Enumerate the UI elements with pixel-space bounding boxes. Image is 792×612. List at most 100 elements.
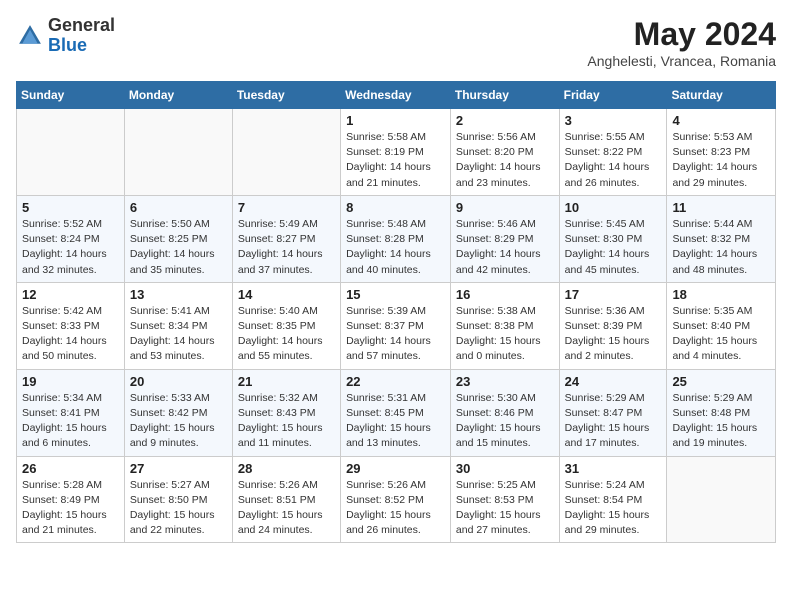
logo-text: General Blue	[48, 16, 115, 56]
day-info: Sunrise: 5:39 AMSunset: 8:37 PMDaylight:…	[346, 304, 445, 365]
day-info: Sunrise: 5:49 AMSunset: 8:27 PMDaylight:…	[238, 217, 335, 278]
day-info: Sunrise: 5:29 AMSunset: 8:47 PMDaylight:…	[565, 391, 662, 452]
day-number: 4	[672, 113, 770, 128]
day-info: Sunrise: 5:46 AMSunset: 8:29 PMDaylight:…	[456, 217, 554, 278]
calendar-cell: 8 Sunrise: 5:48 AMSunset: 8:28 PMDaylight…	[341, 195, 451, 282]
weekday-header: Monday	[124, 82, 232, 109]
day-number: 25	[672, 374, 770, 389]
day-info: Sunrise: 5:25 AMSunset: 8:53 PMDaylight:…	[456, 478, 554, 539]
day-number: 9	[456, 200, 554, 215]
weekday-header: Saturday	[667, 82, 776, 109]
calendar-cell: 20 Sunrise: 5:33 AMSunset: 8:42 PMDayligh…	[124, 369, 232, 456]
logo-blue: Blue	[48, 35, 87, 55]
calendar-cell: 9 Sunrise: 5:46 AMSunset: 8:29 PMDaylight…	[450, 195, 559, 282]
day-number: 22	[346, 374, 445, 389]
day-info: Sunrise: 5:55 AMSunset: 8:22 PMDaylight:…	[565, 130, 662, 191]
title-block: May 2024 Anghelesti, Vrancea, Romania	[587, 16, 776, 69]
calendar-cell: 26 Sunrise: 5:28 AMSunset: 8:49 PMDayligh…	[17, 456, 125, 543]
calendar-cell: 21 Sunrise: 5:32 AMSunset: 8:43 PMDayligh…	[232, 369, 340, 456]
calendar-table: SundayMondayTuesdayWednesdayThursdayFrid…	[16, 81, 776, 543]
calendar-cell: 14Sunrise: 5:40 AMSunset: 8:35 PMDayligh…	[232, 282, 340, 369]
day-info: Sunrise: 5:24 AMSunset: 8:54 PMDaylight:…	[565, 478, 662, 539]
day-number: 30	[456, 461, 554, 476]
day-number: 12	[22, 287, 119, 302]
day-info: Sunrise: 5:26 AMSunset: 8:51 PMDaylight:…	[238, 478, 335, 539]
calendar-week-row: 5 Sunrise: 5:52 AMSunset: 8:24 PMDaylight…	[17, 195, 776, 282]
day-info: Sunrise: 5:36 AMSunset: 8:39 PMDaylight:…	[565, 304, 662, 365]
day-info: Sunrise: 5:50 AMSunset: 8:25 PMDaylight:…	[130, 217, 227, 278]
day-info: Sunrise: 5:32 AMSunset: 8:43 PMDaylight:…	[238, 391, 335, 452]
day-info: Sunrise: 5:38 AMSunset: 8:38 PMDaylight:…	[456, 304, 554, 365]
calendar-cell	[667, 456, 776, 543]
day-info: Sunrise: 5:29 AMSunset: 8:48 PMDaylight:…	[672, 391, 770, 452]
location: Anghelesti, Vrancea, Romania	[587, 53, 776, 69]
weekday-header-row: SundayMondayTuesdayWednesdayThursdayFrid…	[17, 82, 776, 109]
calendar-cell: 12 Sunrise: 5:42 AMSunset: 8:33 PMDayligh…	[17, 282, 125, 369]
day-number: 29	[346, 461, 445, 476]
calendar-cell: 2Sunrise: 5:56 AMSunset: 8:20 PMDaylight…	[450, 109, 559, 196]
calendar-cell: 6 Sunrise: 5:50 AMSunset: 8:25 PMDaylight…	[124, 195, 232, 282]
calendar-cell: 17 Sunrise: 5:36 AMSunset: 8:39 PMDayligh…	[559, 282, 667, 369]
day-number: 2	[456, 113, 554, 128]
calendar-cell: 23 Sunrise: 5:30 AMSunset: 8:46 PMDayligh…	[450, 369, 559, 456]
day-number: 6	[130, 200, 227, 215]
day-number: 21	[238, 374, 335, 389]
page-header: General Blue May 2024 Anghelesti, Vrance…	[16, 16, 776, 69]
day-number: 7	[238, 200, 335, 215]
calendar-cell: 5 Sunrise: 5:52 AMSunset: 8:24 PMDaylight…	[17, 195, 125, 282]
day-info: Sunrise: 5:44 AMSunset: 8:32 PMDaylight:…	[672, 217, 770, 278]
calendar-cell: 15Sunrise: 5:39 AMSunset: 8:37 PMDayligh…	[341, 282, 451, 369]
calendar-cell: 16 Sunrise: 5:38 AMSunset: 8:38 PMDayligh…	[450, 282, 559, 369]
day-info: Sunrise: 5:42 AMSunset: 8:33 PMDaylight:…	[22, 304, 119, 365]
day-number: 24	[565, 374, 662, 389]
day-number: 27	[130, 461, 227, 476]
weekday-header: Friday	[559, 82, 667, 109]
day-info: Sunrise: 5:26 AMSunset: 8:52 PMDaylight:…	[346, 478, 445, 539]
calendar-cell: 25 Sunrise: 5:29 AMSunset: 8:48 PMDayligh…	[667, 369, 776, 456]
calendar-cell: 10Sunrise: 5:45 AMSunset: 8:30 PMDayligh…	[559, 195, 667, 282]
day-number: 31	[565, 461, 662, 476]
day-number: 10	[565, 200, 662, 215]
day-number: 23	[456, 374, 554, 389]
weekday-header: Thursday	[450, 82, 559, 109]
day-info: Sunrise: 5:52 AMSunset: 8:24 PMDaylight:…	[22, 217, 119, 278]
calendar-cell: 18Sunrise: 5:35 AMSunset: 8:40 PMDayligh…	[667, 282, 776, 369]
day-number: 17	[565, 287, 662, 302]
calendar-cell: 3Sunrise: 5:55 AMSunset: 8:22 PMDaylight…	[559, 109, 667, 196]
day-info: Sunrise: 5:33 AMSunset: 8:42 PMDaylight:…	[130, 391, 227, 452]
day-info: Sunrise: 5:48 AMSunset: 8:28 PMDaylight:…	[346, 217, 445, 278]
day-number: 26	[22, 461, 119, 476]
calendar-cell	[124, 109, 232, 196]
day-number: 5	[22, 200, 119, 215]
day-number: 20	[130, 374, 227, 389]
calendar-week-row: 19Sunrise: 5:34 AMSunset: 8:41 PMDayligh…	[17, 369, 776, 456]
calendar-cell: 1 Sunrise: 5:58 AMSunset: 8:19 PMDaylight…	[341, 109, 451, 196]
day-number: 19	[22, 374, 119, 389]
calendar-week-row: 26 Sunrise: 5:28 AMSunset: 8:49 PMDayligh…	[17, 456, 776, 543]
calendar-cell: 29 Sunrise: 5:26 AMSunset: 8:52 PMDayligh…	[341, 456, 451, 543]
day-info: Sunrise: 5:58 AMSunset: 8:19 PMDaylight:…	[346, 130, 445, 191]
calendar-cell: 24 Sunrise: 5:29 AMSunset: 8:47 PMDayligh…	[559, 369, 667, 456]
calendar-cell: 27Sunrise: 5:27 AMSunset: 8:50 PMDayligh…	[124, 456, 232, 543]
day-number: 1	[346, 113, 445, 128]
calendar-cell: 19Sunrise: 5:34 AMSunset: 8:41 PMDayligh…	[17, 369, 125, 456]
calendar-cell	[232, 109, 340, 196]
weekday-header: Wednesday	[341, 82, 451, 109]
day-number: 16	[456, 287, 554, 302]
calendar-cell: 11 Sunrise: 5:44 AMSunset: 8:32 PMDayligh…	[667, 195, 776, 282]
calendar-week-row: 1 Sunrise: 5:58 AMSunset: 8:19 PMDaylight…	[17, 109, 776, 196]
calendar-cell: 31 Sunrise: 5:24 AMSunset: 8:54 PMDayligh…	[559, 456, 667, 543]
day-info: Sunrise: 5:28 AMSunset: 8:49 PMDaylight:…	[22, 478, 119, 539]
calendar-cell: 7 Sunrise: 5:49 AMSunset: 8:27 PMDaylight…	[232, 195, 340, 282]
day-number: 8	[346, 200, 445, 215]
logo-general: General	[48, 15, 115, 35]
day-number: 11	[672, 200, 770, 215]
day-info: Sunrise: 5:53 AMSunset: 8:23 PMDaylight:…	[672, 130, 770, 191]
calendar-cell: 13Sunrise: 5:41 AMSunset: 8:34 PMDayligh…	[124, 282, 232, 369]
day-info: Sunrise: 5:30 AMSunset: 8:46 PMDaylight:…	[456, 391, 554, 452]
calendar-cell: 22Sunrise: 5:31 AMSunset: 8:45 PMDayligh…	[341, 369, 451, 456]
day-info: Sunrise: 5:40 AMSunset: 8:35 PMDaylight:…	[238, 304, 335, 365]
calendar-week-row: 12 Sunrise: 5:42 AMSunset: 8:33 PMDayligh…	[17, 282, 776, 369]
calendar-cell: 4 Sunrise: 5:53 AMSunset: 8:23 PMDaylight…	[667, 109, 776, 196]
logo: General Blue	[16, 16, 115, 56]
